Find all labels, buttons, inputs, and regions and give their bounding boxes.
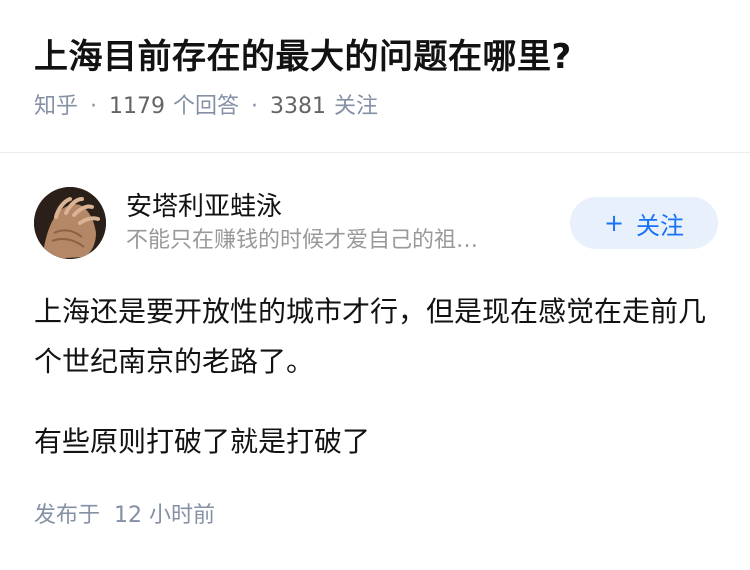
question-title[interactable]: 上海目前存在的最大的问题在哪里? xyxy=(34,34,716,80)
meta-separator: · xyxy=(251,94,259,119)
answer-card: 安塔利亚蛙泳 不能只在赚钱的时候才爱自己的祖… + 关注 上海还是要开放性的城市… xyxy=(0,153,750,529)
answer-paragraph: 上海还是要开放性的城市才行，但是现在感觉在走前几个世纪南京的老路了。 xyxy=(34,295,707,378)
followers-label[interactable]: 关注 xyxy=(334,92,378,122)
question-header: 上海目前存在的最大的问题在哪里? 知乎 · 1179 个回答 · 3381 关注 xyxy=(0,0,750,119)
followers-count: 3381 xyxy=(270,94,327,119)
author-info: 安塔利亚蛙泳 不能只在赚钱的时候才爱自己的祖… xyxy=(126,189,570,257)
meta-separator: · xyxy=(90,94,98,119)
published-label: 发布于 xyxy=(34,503,101,528)
author-name[interactable]: 安塔利亚蛙泳 xyxy=(126,189,570,225)
answer-content[interactable]: 上海还是要开放性的城市才行，但是现在感觉在走前几个世纪南京的老路了。 有些原则打… xyxy=(34,287,716,467)
answers-count: 1179 xyxy=(109,94,166,119)
author-row: 安塔利亚蛙泳 不能只在赚钱的时候才爱自己的祖… + 关注 xyxy=(34,185,718,261)
published-time-value: 12 小时前 xyxy=(114,503,216,528)
author-bio: 不能只在赚钱的时候才爱自己的祖… xyxy=(126,228,479,253)
source-label[interactable]: 知乎 xyxy=(34,92,78,122)
avatar[interactable] xyxy=(34,187,106,259)
answer-paragraph: 有些原则打破了就是打破了 xyxy=(34,425,371,458)
published-time: 发布于 12 小时前 xyxy=(34,497,716,529)
hand-photo-icon xyxy=(34,187,106,259)
follow-button-label: 关注 xyxy=(636,211,685,240)
follow-button[interactable]: + 关注 xyxy=(570,197,718,249)
question-meta: 知乎 · 1179 个回答 · 3381 关注 xyxy=(34,92,716,122)
plus-icon: + xyxy=(603,209,625,237)
answers-label[interactable]: 个回答 xyxy=(173,92,239,122)
